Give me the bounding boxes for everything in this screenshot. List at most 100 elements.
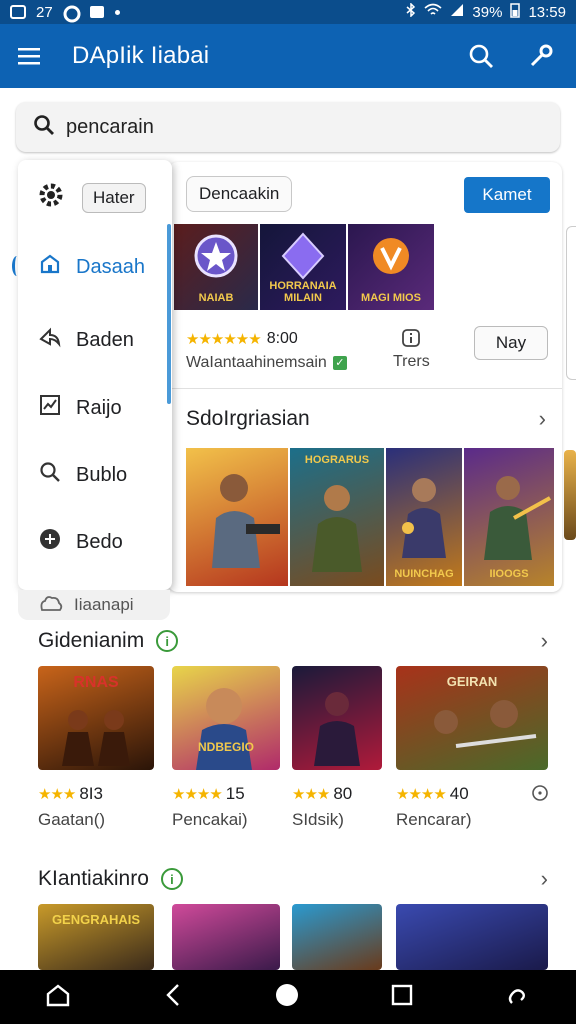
star-rating: ★★★★★★ bbox=[186, 331, 262, 348]
gear-icon[interactable] bbox=[36, 180, 66, 215]
battery-icon bbox=[510, 2, 521, 22]
home-icon bbox=[38, 252, 62, 282]
verified-icon: ✓ bbox=[332, 356, 347, 370]
mage-character-icon bbox=[402, 478, 446, 558]
edge-thumbnail bbox=[564, 450, 576, 540]
thumbnail-caption: NDBEGIO bbox=[197, 740, 254, 754]
game-thumbnail[interactable]: NUINCHAG bbox=[386, 448, 462, 586]
search-icon[interactable] bbox=[468, 43, 494, 69]
rating-value: 15 bbox=[225, 784, 245, 803]
search-icon bbox=[38, 460, 62, 490]
game-thumbnail[interactable]: MAGI MIOS bbox=[348, 224, 434, 310]
game-label: Rencarar) bbox=[396, 810, 472, 829]
primary-button[interactable]: Kamet bbox=[464, 177, 550, 213]
drawer-header: Hater bbox=[18, 160, 172, 215]
game-thumbnail[interactable]: HOGRARUS bbox=[290, 448, 384, 586]
search-input[interactable] bbox=[66, 115, 486, 139]
status-bar: 27 39% 13:59 bbox=[0, 0, 576, 24]
game-thumbnail[interactable]: GENGRAHAIS bbox=[38, 904, 154, 970]
game-rating: ★★★ 8I3 bbox=[38, 784, 154, 804]
search-icon bbox=[32, 113, 56, 142]
drawer-item-bedo[interactable]: Bedo bbox=[18, 517, 172, 567]
game-thumbnail[interactable]: RNAS bbox=[38, 666, 154, 770]
recents-icon[interactable] bbox=[390, 983, 414, 1012]
home-circle-icon[interactable] bbox=[274, 982, 300, 1013]
home-icon[interactable] bbox=[45, 982, 71, 1013]
rating-value: 80 bbox=[333, 784, 353, 803]
battery-text: 39% bbox=[472, 3, 503, 21]
info-icon[interactable]: i bbox=[160, 868, 183, 890]
filter-button[interactable]: Hater bbox=[82, 182, 146, 213]
thumbnail-caption: IIOOGS bbox=[489, 568, 529, 580]
game-thumbnail[interactable] bbox=[186, 448, 288, 586]
clock: 13:59 bbox=[528, 3, 566, 21]
game-card[interactable]: ★★★ 80 SIdsik) bbox=[292, 666, 382, 830]
drawer-item-bublo[interactable]: Bublo bbox=[18, 450, 172, 500]
secondary-button[interactable]: Nay bbox=[474, 326, 548, 360]
signal-icon bbox=[450, 3, 464, 21]
thumbnail-caption: NAIAB bbox=[198, 292, 234, 304]
thumbnail-caption: GEIRAN bbox=[446, 674, 498, 689]
game-thumbnail[interactable]: NDBEGIO bbox=[172, 666, 280, 770]
game-rating: ★★★★ 15 bbox=[172, 784, 280, 804]
chevron-right-icon[interactable]: › bbox=[541, 866, 548, 892]
game-card[interactable]: NDBEGIO ★★★★ 15 Pencakai) bbox=[172, 666, 280, 830]
edge-card bbox=[566, 226, 576, 380]
section-header[interactable]: Gidenianim i › bbox=[38, 628, 548, 654]
hero-portrait-icon bbox=[196, 688, 252, 770]
info-block[interactable]: Trers bbox=[393, 328, 430, 371]
more-info-icon[interactable] bbox=[531, 784, 549, 807]
dot-icon bbox=[114, 9, 120, 15]
chevron-right-icon[interactable]: › bbox=[539, 406, 546, 432]
fighter-character-icon bbox=[484, 476, 551, 560]
game-thumbnail[interactable]: NAIAB bbox=[174, 224, 258, 310]
side-drawer: Hater Dasaah Baden Raijo Bublo Bedo bbox=[12, 160, 172, 590]
drawer-footer[interactable]: Iiaanapi bbox=[18, 590, 170, 620]
back-icon[interactable] bbox=[162, 982, 184, 1013]
info-icon[interactable]: i bbox=[156, 630, 179, 652]
game-thumbnail[interactable]: HORRANAIA MILAIN bbox=[260, 224, 346, 310]
drawer-item-label: Bedo bbox=[76, 530, 123, 553]
star-rating: ★★★ bbox=[292, 786, 330, 803]
drawer-item-baden[interactable]: Baden bbox=[18, 315, 172, 365]
info-icon bbox=[402, 329, 421, 347]
game-thumbnail[interactable]: GEIRAN bbox=[396, 666, 548, 770]
section-header[interactable]: KIantiakinro i › bbox=[38, 866, 548, 892]
star-rating: ★★★ bbox=[38, 786, 76, 803]
section-title: KIantiakinro bbox=[38, 867, 149, 890]
search-bar[interactable] bbox=[16, 102, 560, 152]
thumbnail-caption: NUINCHAG bbox=[394, 568, 454, 580]
rating-value: 8I3 bbox=[79, 784, 103, 803]
drawer-item-label: Dasaah bbox=[76, 255, 145, 278]
game-thumbnail[interactable]: IIOOGS bbox=[464, 448, 554, 586]
game-thumbnail[interactable] bbox=[396, 904, 548, 970]
drawer-item-dasaah[interactable]: Dasaah bbox=[18, 242, 172, 292]
system-nav-bar bbox=[0, 970, 576, 1024]
drawer-item-label: Bublo bbox=[76, 463, 128, 486]
game-rating: ★★★ 80 bbox=[292, 784, 382, 804]
info-label: Trers bbox=[393, 353, 430, 370]
drawer-item-label: Raijo bbox=[76, 396, 122, 419]
thumbnail-caption: GENGRAHAIS bbox=[51, 912, 141, 927]
featured-rating: ★★★★★★ 8:00 bbox=[186, 330, 298, 348]
assistant-icon[interactable] bbox=[505, 982, 531, 1013]
game-thumbnail[interactable] bbox=[292, 666, 382, 770]
chevron-right-icon[interactable]: › bbox=[541, 628, 548, 654]
filter-chip[interactable]: Dencaakin bbox=[186, 176, 293, 212]
wrench-icon[interactable] bbox=[528, 43, 554, 69]
drawer-item-raijo[interactable]: Raijo bbox=[18, 383, 172, 433]
app-title: DApIik Iiabai bbox=[72, 42, 210, 69]
hero-character-icon bbox=[212, 474, 280, 568]
game-card[interactable]: GEIRAN ★★★★ 40 Rencarar) bbox=[396, 666, 548, 830]
status-left-text: 27 bbox=[36, 3, 53, 21]
game-thumbnail[interactable] bbox=[172, 904, 280, 970]
thumbnail-caption: HORRANAIA MILAIN bbox=[269, 280, 337, 304]
thumbnail-caption: MAGI MIOS bbox=[361, 292, 421, 304]
section-header[interactable]: SdoIrgriasian › bbox=[186, 406, 546, 432]
game-thumbnail[interactable] bbox=[292, 904, 382, 970]
menu-icon[interactable] bbox=[16, 46, 42, 66]
game-card[interactable]: RNAS ★★★ 8I3 Gaatan() bbox=[38, 666, 154, 830]
knight-art-icon bbox=[314, 692, 360, 766]
rating-value: 8:00 bbox=[266, 330, 298, 347]
featured-subtitle: WaIantaahinemsain bbox=[186, 354, 327, 371]
